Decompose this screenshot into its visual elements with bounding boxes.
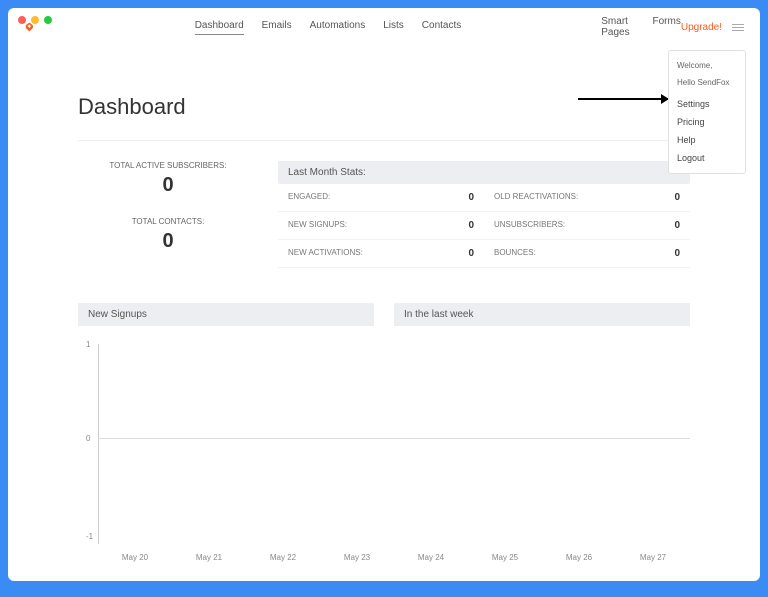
stat-row: NEW SIGNUPS:0 — [278, 212, 484, 240]
nav-automations[interactable]: Automations — [310, 20, 366, 35]
x-tick: May 26 — [566, 553, 592, 562]
nav-dashboard[interactable]: Dashboard — [195, 20, 244, 35]
chart-gridline — [98, 438, 690, 439]
x-tick: May 22 — [270, 553, 296, 562]
chart-area: 1 0 -1 May 20 May 21 May 22 May 23 May 2… — [78, 334, 690, 564]
chart-y-axis — [98, 344, 99, 544]
dropdown-settings[interactable]: Settings — [669, 95, 745, 113]
maximize-dot[interactable] — [44, 16, 52, 24]
x-tick: May 20 — [122, 553, 148, 562]
window-controls — [8, 8, 62, 32]
close-dot[interactable] — [18, 16, 26, 24]
last-month-header: Last Month Stats: — [278, 161, 690, 184]
topbar: Dashboard Emails Automations Lists Conta… — [8, 8, 760, 44]
y-tick: 0 — [86, 434, 90, 443]
secondary-nav: Smart Pages Forms — [601, 16, 681, 38]
dropdown-welcome: Welcome, — [669, 57, 745, 74]
nav-contacts[interactable]: Contacts — [422, 20, 461, 35]
nav-smart-pages[interactable]: Smart Pages — [601, 16, 634, 38]
total-subscribers-value: 0 — [78, 174, 258, 197]
hamburger-menu-icon[interactable] — [732, 24, 744, 31]
x-tick: May 24 — [418, 553, 444, 562]
last-month-stats: Last Month Stats: ENGAGED:0 NEW SIGNUPS:… — [278, 161, 690, 273]
chart-header-range: In the last week — [394, 303, 690, 326]
nav-lists[interactable]: Lists — [383, 20, 404, 35]
user-dropdown: Welcome, Hello SendFox Settings Pricing … — [668, 50, 746, 174]
stat-row: UNSUBSCRIBERS:0 — [484, 212, 690, 240]
stat-row: OLD REACTIVATIONS:0 — [484, 184, 690, 212]
total-contacts-label: TOTAL CONTACTS: — [78, 217, 258, 226]
x-tick: May 27 — [640, 553, 666, 562]
chart-x-labels: May 20 May 21 May 22 May 23 May 24 May 2… — [98, 553, 690, 562]
nav-emails[interactable]: Emails — [262, 20, 292, 35]
summary-stats: TOTAL ACTIVE SUBSCRIBERS: 0 TOTAL CONTAC… — [78, 161, 258, 273]
chart-header-signups: New Signups — [78, 303, 374, 326]
stat-row: ENGAGED:0 — [278, 184, 484, 212]
dropdown-help[interactable]: Help — [669, 131, 745, 149]
x-tick: May 25 — [492, 553, 518, 562]
dropdown-user: Hello SendFox — [669, 74, 745, 95]
chart-section: New Signups In the last week 1 0 -1 May … — [78, 303, 690, 564]
divider — [78, 140, 690, 141]
annotation-arrow-icon — [578, 98, 668, 100]
x-tick: May 23 — [344, 553, 370, 562]
main-nav: Dashboard Emails Automations Lists Conta… — [195, 20, 462, 35]
stat-row: BOUNCES:0 — [484, 240, 690, 268]
y-tick: -1 — [86, 532, 93, 541]
dropdown-logout[interactable]: Logout — [669, 149, 745, 167]
total-subscribers-label: TOTAL ACTIVE SUBSCRIBERS: — [78, 161, 258, 170]
total-contacts-value: 0 — [78, 230, 258, 253]
y-tick: 1 — [86, 340, 90, 349]
minimize-dot[interactable] — [31, 16, 39, 24]
dropdown-pricing[interactable]: Pricing — [669, 113, 745, 131]
nav-forms[interactable]: Forms — [653, 16, 681, 38]
upgrade-link[interactable]: Upgrade! — [681, 22, 722, 33]
x-tick: May 21 — [196, 553, 222, 562]
stat-row: NEW ACTIVATIONS:0 — [278, 240, 484, 268]
